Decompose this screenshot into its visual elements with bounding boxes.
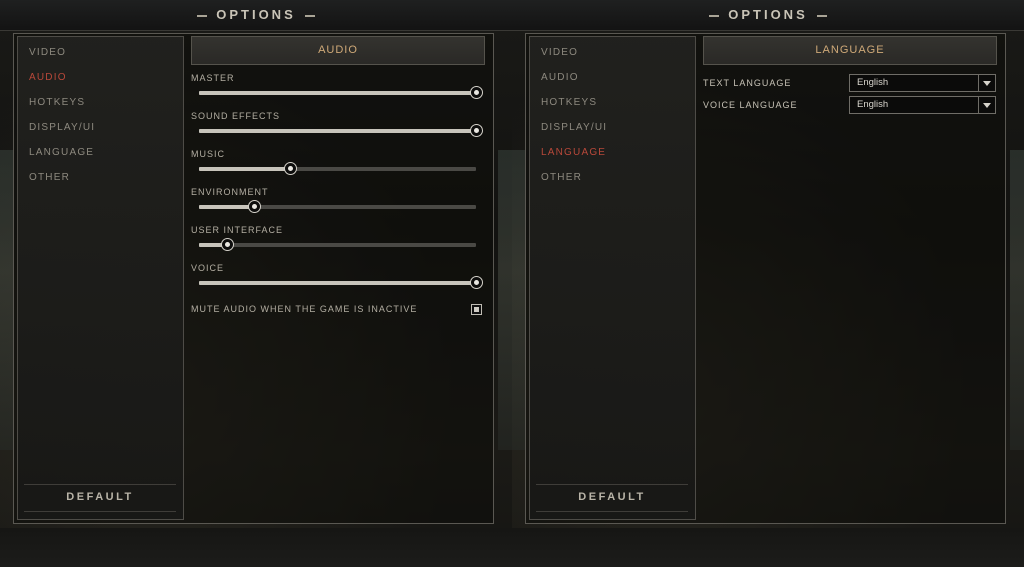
slider-label-music: MUSIC [191,149,225,159]
master-slider[interactable] [199,86,483,99]
background-art [0,150,14,450]
bottom-area [0,528,512,567]
language-options-screen: OPTIONS VIDEO AUDIO HOTKEYS DISPLAY/UI L… [512,0,1024,567]
text-language-value: English [857,77,889,88]
nav-item-hotkeys[interactable]: HOTKEYS [29,97,85,108]
environment-slider[interactable] [199,200,476,213]
slider-fill [199,205,255,209]
nav-item-other[interactable]: OTHER [29,172,70,183]
nav-item-hotkeys[interactable]: HOTKEYS [541,97,597,108]
nav-item-display-ui[interactable]: DISPLAY/UI [541,122,607,133]
nav-item-language[interactable]: LANGUAGE [541,147,606,158]
title-dash-right [816,14,827,17]
slider-label-voice: VOICE [191,263,225,273]
default-button[interactable]: DEFAULT [24,485,176,510]
options-frame: VIDEO AUDIO HOTKEYS DISPLAY/UI LANGUAGE … [13,33,494,524]
nav-item-video[interactable]: VIDEO [29,47,66,58]
slider-fill [199,129,476,133]
panel-title-language: LANGUAGE [703,36,997,65]
mute-inactive-checkbox[interactable] [471,304,482,315]
slider-label-sound-effects: SOUND EFFECTS [191,111,281,121]
slider-fill [199,281,476,285]
voice-language-label: VOICE LANGUAGE [703,100,798,110]
slider-fill [199,91,476,95]
options-title: OPTIONS [700,7,836,22]
slider-label-master: MASTER [191,73,235,83]
audio-options-screen: OPTIONS VIDEO AUDIO HOTKEYS DISPLAY/UI L… [0,0,512,567]
background-art [498,150,512,450]
slider-handle[interactable] [470,86,483,99]
dropdown-toggle[interactable] [978,75,995,91]
panel-title-audio: AUDIO [191,36,485,65]
background-art [1010,150,1024,450]
chevron-down-icon [983,103,991,108]
nav-item-audio[interactable]: AUDIO [29,72,67,83]
options-title-bar: OPTIONS [0,0,512,31]
sidebar-nav: VIDEO AUDIO HOTKEYS DISPLAY/UI LANGUAGE … [529,36,696,520]
background-art [512,150,526,450]
voice-language-value: English [857,99,889,110]
voice-language-dropdown[interactable]: English [849,96,996,114]
nav-item-other[interactable]: OTHER [541,172,582,183]
slider-label-user-interface: USER INTERFACE [191,225,284,235]
music-slider[interactable] [199,162,476,175]
slider-label-environment: ENVIRONMENT [191,187,269,197]
divider [24,511,176,512]
slider-handle[interactable] [284,162,298,175]
mute-inactive-label: MUTE AUDIO WHEN THE GAME IS INACTIVE [191,304,418,314]
nav-item-language[interactable]: LANGUAGE [29,147,94,158]
voice-slider[interactable] [199,276,483,289]
chevron-down-icon [983,81,991,86]
sidebar-nav: VIDEO AUDIO HOTKEYS DISPLAY/UI LANGUAGE … [17,36,184,520]
bottom-area [512,528,1024,567]
options-title: OPTIONS [188,7,324,22]
slider-handle[interactable] [220,238,234,251]
slider-handle[interactable] [248,200,262,213]
nav-item-audio[interactable]: AUDIO [541,72,579,83]
slider-fill [199,167,291,171]
title-dash-right [304,14,315,17]
divider [536,511,688,512]
options-frame: VIDEO AUDIO HOTKEYS DISPLAY/UI LANGUAGE … [525,33,1006,524]
slider-handle[interactable] [470,124,483,137]
sound-effects-slider[interactable] [199,124,483,137]
nav-item-display-ui[interactable]: DISPLAY/UI [29,122,95,133]
user-interface-slider[interactable] [199,238,476,251]
dropdown-toggle[interactable] [978,97,995,113]
nav-item-video[interactable]: VIDEO [541,47,578,58]
default-button[interactable]: DEFAULT [536,485,688,510]
text-language-label: TEXT LANGUAGE [703,78,792,88]
options-title-bar: OPTIONS [512,0,1024,31]
slider-handle[interactable] [470,276,483,289]
text-language-dropdown[interactable]: English [849,74,996,92]
title-dash-left [709,14,720,17]
title-dash-left [197,14,208,17]
